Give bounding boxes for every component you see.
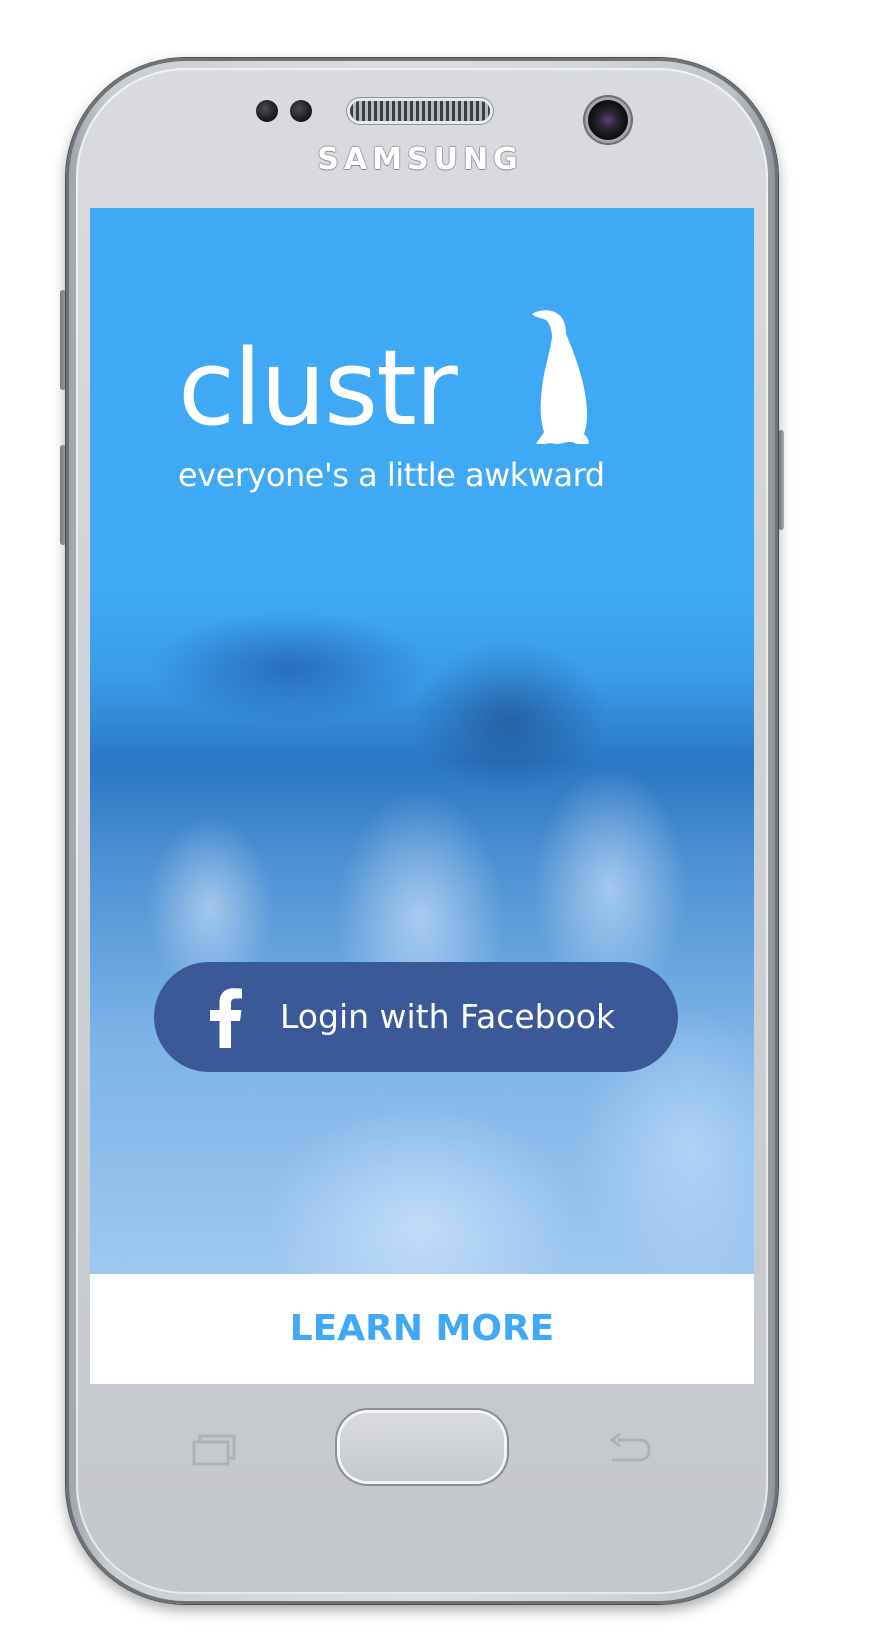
home-button[interactable]	[340, 1413, 504, 1481]
hero-section: clustr everyone's a little awkward Login…	[90, 208, 754, 1274]
learn-more-button[interactable]: LEARN MORE	[90, 1274, 754, 1384]
light-sensor	[290, 100, 312, 122]
facebook-f-icon	[210, 988, 242, 1048]
app-screen: clustr everyone's a little awkward Login…	[90, 208, 754, 1384]
facebook-button-label: Login with Facebook	[280, 997, 616, 1036]
power-button	[778, 430, 784, 530]
app-tagline: everyone's a little awkward	[178, 456, 605, 494]
logo-wordmark: clustr	[178, 327, 458, 449]
hero-photo	[90, 588, 754, 1274]
penguin-icon	[532, 310, 589, 444]
earpiece-speaker	[350, 101, 490, 121]
back-icon[interactable]	[606, 1432, 652, 1466]
login-with-facebook-button[interactable]: Login with Facebook	[154, 962, 678, 1072]
front-camera	[588, 100, 628, 140]
device-brand: SAMSUNG	[317, 142, 523, 177]
phone-mockup: SAMSUNG clustr everyone's a little awkwa…	[0, 0, 886, 1648]
recent-apps-icon[interactable]	[190, 1434, 236, 1466]
proximity-sensor	[256, 100, 278, 122]
